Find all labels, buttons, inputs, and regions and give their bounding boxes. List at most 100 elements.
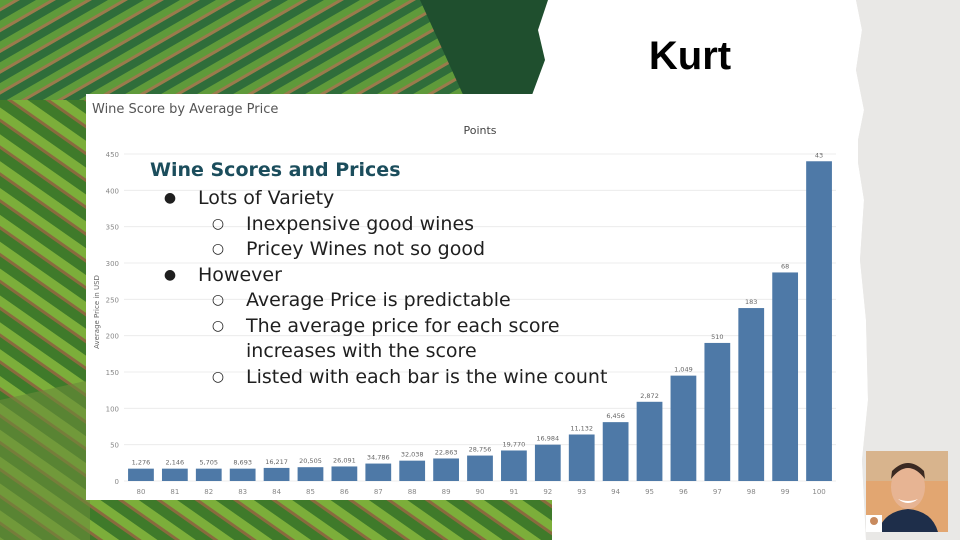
bar xyxy=(263,467,290,481)
x-axis-title: Points xyxy=(463,124,496,137)
x-tick-label: 96 xyxy=(679,488,688,496)
bar xyxy=(128,468,154,481)
bullet-item: ○ Listed with each bar is the wine count xyxy=(150,365,630,391)
x-tick-label: 83 xyxy=(238,488,247,496)
bar-count-label: 34,786 xyxy=(367,454,390,462)
bar xyxy=(331,466,358,481)
x-tick-label: 85 xyxy=(306,488,315,496)
bar xyxy=(806,161,832,481)
bar-count-label: 32,038 xyxy=(401,451,424,459)
bar-count-label: 22,863 xyxy=(435,448,458,456)
bar xyxy=(568,434,595,481)
bar xyxy=(433,458,459,481)
speaker-name: Kurt xyxy=(648,34,732,78)
bar xyxy=(399,460,426,481)
bullet-circle-icon: ○ xyxy=(211,241,225,257)
bar-count-label: 183 xyxy=(745,298,757,306)
bar xyxy=(297,467,324,481)
bar-count-label: 5,705 xyxy=(199,459,218,467)
bar xyxy=(636,401,663,481)
bar xyxy=(161,468,188,481)
bar xyxy=(738,308,765,481)
x-tick-label: 95 xyxy=(645,488,654,496)
y-tick-label: 200 xyxy=(106,333,119,341)
bullet-item: ● Lots of Variety xyxy=(150,186,630,212)
x-tick-label: 94 xyxy=(611,488,620,496)
y-tick-label: 250 xyxy=(106,296,119,304)
bar-count-label: 16,984 xyxy=(536,435,559,443)
bar-count-label: 19,770 xyxy=(503,440,526,448)
y-tick-label: 100 xyxy=(106,405,119,413)
y-tick-label: 50 xyxy=(110,442,119,450)
y-tick-label: 400 xyxy=(106,187,119,195)
bullet-item: ○ Inexpensive good wines xyxy=(150,212,630,238)
y-tick-label: 450 xyxy=(106,151,119,159)
bullet-text: Listed with each bar is the wine count xyxy=(246,365,608,388)
x-tick-label: 84 xyxy=(272,488,281,496)
speaker-avatar xyxy=(866,451,948,532)
x-tick-label: 88 xyxy=(408,488,417,496)
bullet-text: The average price for each score increas… xyxy=(246,314,560,363)
x-tick-label: 81 xyxy=(170,488,179,496)
y-axis-title: Average Price in USD xyxy=(93,275,101,349)
bar-count-label: 20,505 xyxy=(299,457,322,465)
bar-count-label: 510 xyxy=(711,333,723,341)
bullet-circle-icon: ○ xyxy=(211,292,225,308)
bar xyxy=(772,272,799,481)
overlay-heading: Wine Scores and Prices xyxy=(150,159,401,181)
x-tick-label: 98 xyxy=(747,488,756,496)
x-tick-label: 89 xyxy=(442,488,451,496)
bullet-circle-icon: ○ xyxy=(211,368,225,385)
slide-text-overlay: Wine Scores and Prices ● Lots of Variety ○… xyxy=(150,158,630,390)
bullet-text: However xyxy=(198,263,282,286)
bullet-item: ○ Pricey Wines not so good xyxy=(150,237,630,263)
bullet-item: ● However xyxy=(150,263,630,289)
bullet-item: ○ Average Price is predictable xyxy=(150,288,630,314)
x-tick-label: 97 xyxy=(713,488,722,496)
bullet-text: Lots of Variety xyxy=(198,187,335,209)
x-tick-label: 91 xyxy=(509,488,518,496)
y-tick-label: 300 xyxy=(106,260,119,268)
y-tick-label: 0 xyxy=(115,478,119,486)
bar xyxy=(501,450,527,481)
x-tick-label: 86 xyxy=(340,488,349,496)
x-tick-label: 90 xyxy=(476,488,485,496)
x-tick-label: 80 xyxy=(136,488,145,496)
bar-count-label: 26,091 xyxy=(333,456,356,464)
x-tick-label: 93 xyxy=(577,488,586,496)
bullet-text: Average Price is predictable xyxy=(246,289,511,311)
bar-count-label: 6,456 xyxy=(606,412,625,420)
bar-count-label: 11,132 xyxy=(570,424,593,432)
y-tick-label: 150 xyxy=(106,369,119,377)
x-tick-label: 87 xyxy=(374,488,383,496)
x-tick-label: 82 xyxy=(204,488,213,496)
bullet-text: Inexpensive good wines xyxy=(246,212,475,235)
chart-title: Wine Score by Average Price xyxy=(92,102,279,117)
bullet-dot-icon: ● xyxy=(163,190,177,206)
bar xyxy=(365,463,392,481)
bullet-item: ○ The average price for each score increa… xyxy=(150,314,630,365)
y-tick-label: 350 xyxy=(106,224,119,232)
bar-count-label: 1,276 xyxy=(132,459,151,467)
bar-count-label: 2,146 xyxy=(166,459,185,467)
bullet-list: ● Lots of Variety ○ Inexpensive good wines ○… xyxy=(150,186,630,390)
bar xyxy=(229,468,256,481)
bar-count-label: 1,049 xyxy=(674,366,693,374)
bar xyxy=(602,422,629,481)
bar xyxy=(534,444,561,481)
bar-count-label: 68 xyxy=(781,262,789,270)
bar-count-label: 16,217 xyxy=(265,458,288,466)
bar xyxy=(704,342,731,481)
x-tick-label: 99 xyxy=(781,488,790,496)
bar-count-label: 43 xyxy=(815,151,823,159)
bar-count-label: 2,872 xyxy=(640,392,659,400)
bullet-circle-icon: ○ xyxy=(211,215,225,232)
bullet-text: Pricey Wines not so good xyxy=(246,238,486,260)
bar-count-label: 8,693 xyxy=(233,459,252,467)
bar xyxy=(467,455,493,481)
bar xyxy=(670,375,697,481)
bar xyxy=(195,468,222,481)
x-tick-label: 100 xyxy=(812,488,825,496)
bar-count-label: 28,756 xyxy=(469,446,492,454)
x-tick-label: 92 xyxy=(543,488,552,496)
